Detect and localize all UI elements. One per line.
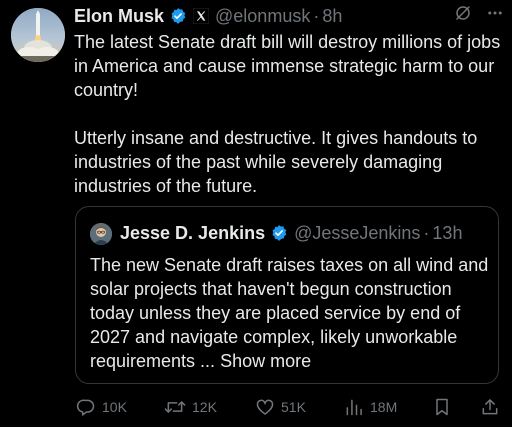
quoted-post-time[interactable]: 13h	[432, 223, 462, 244]
show-more-link[interactable]: Show more	[220, 351, 311, 371]
share-button[interactable]	[480, 395, 500, 419]
author-handle[interactable]: @elonmusk	[215, 6, 310, 27]
header-actions	[454, 4, 504, 27]
grok-icon[interactable]	[454, 4, 472, 27]
separator-dot: ·	[313, 5, 320, 26]
more-icon[interactable]	[486, 4, 504, 27]
person-avatar-image	[90, 223, 112, 245]
quoted-post-text: The new Senate draft raises taxes on all…	[90, 253, 490, 373]
quoted-post-header: Jesse D. Jenkins @JesseJenkins · 13h	[120, 221, 490, 245]
views-button[interactable]: 18M	[344, 395, 397, 419]
share-icon	[480, 397, 500, 417]
repost-count: 12K	[192, 399, 217, 415]
tweet[interactable]: Elon Musk @elonmusk · 8h The latest Sena…	[0, 0, 512, 427]
post-header: Elon Musk @elonmusk · 8h	[74, 3, 506, 29]
views-icon	[344, 397, 364, 417]
quoted-author-name[interactable]: Jesse D. Jenkins	[120, 223, 265, 244]
separator-dot: ·	[423, 222, 430, 243]
author-avatar[interactable]	[11, 8, 65, 62]
quoted-post[interactable]: Jesse D. Jenkins @JesseJenkins · 13h The…	[75, 206, 499, 384]
views-count: 18M	[370, 399, 398, 415]
repost-button[interactable]: 12K	[164, 395, 217, 419]
action-bar: 10K 12K 51K 18M	[76, 395, 504, 419]
author-name[interactable]: Elon Musk	[74, 6, 164, 27]
like-count: 51K	[281, 399, 306, 415]
post-time[interactable]: 8h	[322, 6, 342, 27]
repost-icon	[164, 397, 186, 417]
x-logo-icon	[193, 8, 210, 24]
verified-badge-icon	[270, 224, 288, 242]
rocket-launch-avatar-image	[11, 8, 65, 62]
quoted-author-handle[interactable]: @JesseJenkins	[294, 223, 420, 244]
reply-count: 10K	[102, 399, 127, 415]
reply-button[interactable]: 10K	[76, 395, 127, 419]
reply-icon	[76, 397, 96, 417]
bookmark-button[interactable]	[432, 395, 452, 419]
like-button[interactable]: 51K	[255, 395, 306, 419]
like-icon	[255, 397, 275, 417]
quoted-post-ellipsis: ...	[195, 351, 221, 371]
quoted-author-avatar[interactable]	[90, 223, 112, 245]
bookmark-icon	[432, 397, 452, 417]
verified-badge-icon	[169, 7, 187, 25]
post-text: The latest Senate draft bill will destro…	[74, 32, 501, 196]
